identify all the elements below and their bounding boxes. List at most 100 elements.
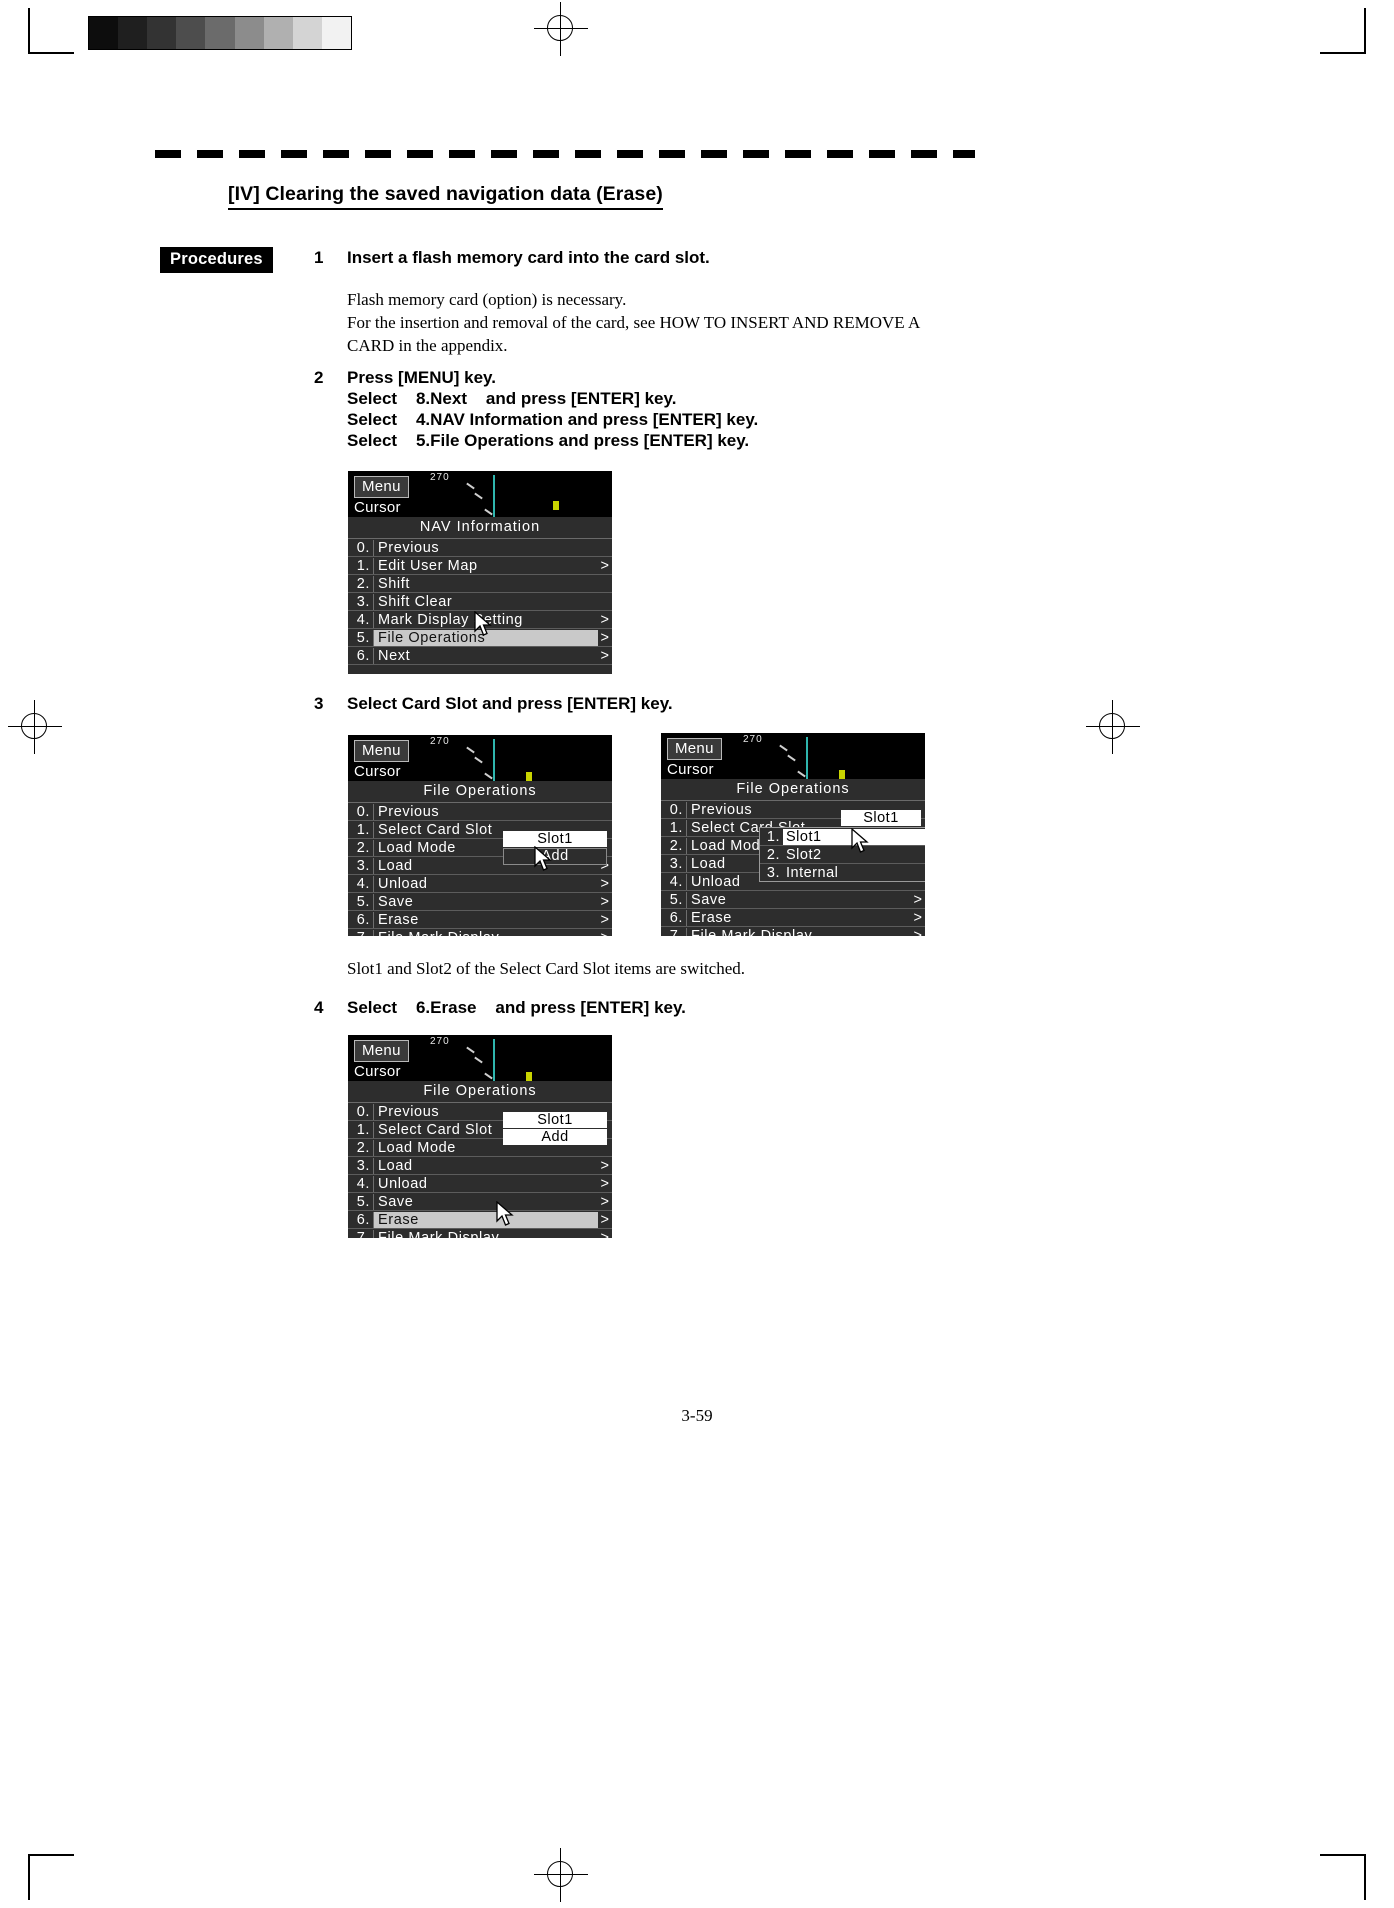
lcd-menu-item[interactable]: 5. Save > [348, 1193, 612, 1211]
lcd-menu-item[interactable]: 0. Previous [348, 539, 612, 557]
lcd-menu-title: File Operations [348, 781, 612, 803]
lcd-menu-item-label: Shift [373, 575, 598, 592]
lcd-menu-item-index: 7. [669, 927, 683, 937]
lcd-heading-line-icon [493, 475, 495, 521]
submenu-chevron-icon: > [600, 557, 610, 574]
lcd-menu-item[interactable]: 7.File Mark Display> [661, 927, 925, 936]
lcd-menu-item-label: Edit User Map [373, 557, 598, 574]
submenu-chevron-icon: > [600, 1157, 610, 1174]
lcd-menu-item-label: Save [686, 891, 911, 908]
lcd-menu-item[interactable]: 0. Previous [348, 803, 612, 821]
step-2-heading: Press [MENU] key. [347, 368, 496, 387]
lcd-menu-item[interactable]: 1. Edit User Map > [348, 557, 612, 575]
lcd-menu-item-index: 0. [356, 1103, 370, 1120]
lcd-menu-item-label: Load [373, 1157, 598, 1174]
lcd-menu-item[interactable]: 5. Save > [661, 891, 925, 909]
step-2-number: 2 [314, 368, 324, 387]
lcd-menu-item[interactable]: 5. Save > [348, 893, 612, 911]
step-2-line-3: Select 5.File Operations and press [ENTE… [347, 431, 750, 450]
lcd-slot-option[interactable]: 3. Internal [760, 864, 925, 881]
lcd-menu-tab[interactable]: Menu [354, 1040, 409, 1063]
lcd-menu-tab[interactable]: Menu [667, 738, 722, 761]
lcd-menu-item-index: 5. [669, 891, 683, 908]
lcd-menu-item-index: 1. [669, 819, 683, 836]
lcd-menu-item[interactable]: 7.File Mark Display> [348, 929, 612, 936]
submenu-chevron-icon: > [913, 891, 923, 908]
lcd-cursor-label: Cursor [667, 761, 714, 778]
lcd-menu-item[interactable]: 4. Unload > [348, 875, 612, 893]
lcd-value-select-card-slot[interactable]: Slot1 [841, 810, 921, 826]
submenu-chevron-icon: > [600, 1211, 610, 1228]
submenu-chevron-icon: > [913, 909, 923, 926]
lcd-menu-item[interactable]: 2. Shift [348, 575, 612, 593]
lcd-menu-item-index: 3. [356, 857, 370, 874]
lcd-menu-item-index: 5. [356, 629, 370, 646]
lcd-menu-item[interactable]: 6. Next > [348, 647, 612, 665]
step-1-number: 1 [314, 248, 324, 267]
lcd-menu-item-index: 6. [356, 647, 370, 664]
lcd-slot-dropdown-options: 1. Slot1 2. Slot2 3. Internal [760, 828, 925, 881]
lcd-slot-dropdown[interactable]: 1. Slot1 2. Slot2 3. Internal [759, 827, 925, 882]
lcd-menu-item-label: Save [373, 1193, 598, 1210]
lcd-menu-tab[interactable]: Menu [354, 476, 409, 499]
step-1-body: Flash memory card (option) is necessary.… [347, 290, 921, 355]
page-title: [IV] Clearing the saved navigation data … [228, 183, 663, 210]
procedures-badge: Procedures [160, 247, 273, 273]
manual-page: [IV] Clearing the saved navigation data … [0, 0, 1394, 1908]
lcd-screen-file-operations-slot1: 270 Menu Cursor File Operations 0. Previo… [348, 735, 612, 936]
submenu-chevron-icon: > [600, 911, 610, 928]
lcd-screen-file-operations-slot-popup: 270 Menu Cursor File Operations 0. Previo… [661, 733, 925, 936]
lcd-menu-tab[interactable]: Menu [354, 740, 409, 763]
lcd-menu-item-label: Previous [373, 803, 598, 820]
lcd-menu-item-index: 4. [356, 611, 370, 628]
lcd-menu-item-label: Next [373, 647, 598, 664]
lcd-menu-item-label: Unload [373, 1175, 598, 1192]
lcd-menu-item[interactable]: 6. Erase > [661, 909, 925, 927]
lcd-heading-line-icon [493, 1039, 495, 1085]
lcd-menu-item-index: 4. [356, 875, 370, 892]
lcd-menu-title: NAV Information [348, 517, 612, 539]
lcd-menu-item[interactable]: 3. Load > [348, 1157, 612, 1175]
lcd-menu-item[interactable]: 4. Unload > [348, 1175, 612, 1193]
lcd-menu-item-index: 5. [356, 1193, 370, 1210]
lcd-menu-title: File Operations [348, 1081, 612, 1103]
lcd-menu-item-index: 0. [356, 539, 370, 556]
lcd-value-load-mode[interactable]: Add [503, 1129, 607, 1145]
lcd-value-load-mode[interactable]: Add [503, 848, 607, 865]
lcd-menu-item-index: 1. [356, 821, 370, 838]
submenu-chevron-icon: > [600, 1193, 610, 1210]
lcd-menu-item-index: 3. [669, 855, 683, 872]
lcd-slot-option[interactable]: 1. Slot1 [760, 828, 925, 846]
submenu-chevron-icon: > [600, 1175, 610, 1192]
lcd-slot-option-index: 2. [766, 846, 780, 863]
lcd-menu-item[interactable]: 7.File Mark Display> [348, 1229, 612, 1238]
lcd-menu-item-index: 4. [356, 1175, 370, 1192]
lcd-menu-item-index: 2. [356, 839, 370, 856]
lcd-menu-title: File Operations [661, 779, 925, 801]
lcd-menu-item-index: 7. [356, 1229, 370, 1239]
lcd-slot-option[interactable]: 2. Slot2 [760, 846, 925, 864]
lcd-menu-item-index: 3. [356, 1157, 370, 1174]
lcd-menu-item-label: Erase [373, 911, 598, 928]
submenu-chevron-icon: > [913, 927, 923, 937]
lcd-menu-item-label: Shift Clear [373, 593, 598, 610]
lcd-menu-item-label: Erase [686, 909, 911, 926]
lcd-menu-item-index: 6. [669, 909, 683, 926]
lcd-compass-label: 270 [430, 1036, 450, 1047]
lcd-menu-item-index: 2. [356, 575, 370, 592]
lcd-menu-item-index: 2. [669, 837, 683, 854]
lcd-menu-panel: NAV Information 0. Previous 1. Edit User Ma… [348, 517, 612, 674]
lcd-slot-option-label: Internal [786, 864, 839, 881]
lcd-heading-line-icon [493, 739, 495, 785]
lcd-value-select-card-slot[interactable]: Slot1 [503, 1112, 607, 1128]
step-2-line-2: Select 4.NAV Information and press [ENTE… [347, 410, 759, 429]
lcd-screen-nav-information: 270 Menu Cursor NAV Information 0. Previo… [348, 471, 612, 674]
lcd-value-select-card-slot[interactable]: Slot1 [503, 831, 607, 847]
lcd-menu-rows: 0. Previous 1. Edit User Map >2. Shift 3. Shift… [348, 539, 612, 665]
lcd-screen-file-operations-erase: 270 Menu Cursor File Operations 0. Previo… [348, 1035, 612, 1238]
lcd-heading-line-icon [806, 737, 808, 783]
lcd-menu-item[interactable]: 3. Shift Clear [348, 593, 612, 611]
lcd-menu-item[interactable]: 6. Erase > [348, 1211, 612, 1229]
lcd-menu-item[interactable]: 6. Erase > [348, 911, 612, 929]
lcd-menu-item-label: File Mark Display [686, 927, 911, 936]
